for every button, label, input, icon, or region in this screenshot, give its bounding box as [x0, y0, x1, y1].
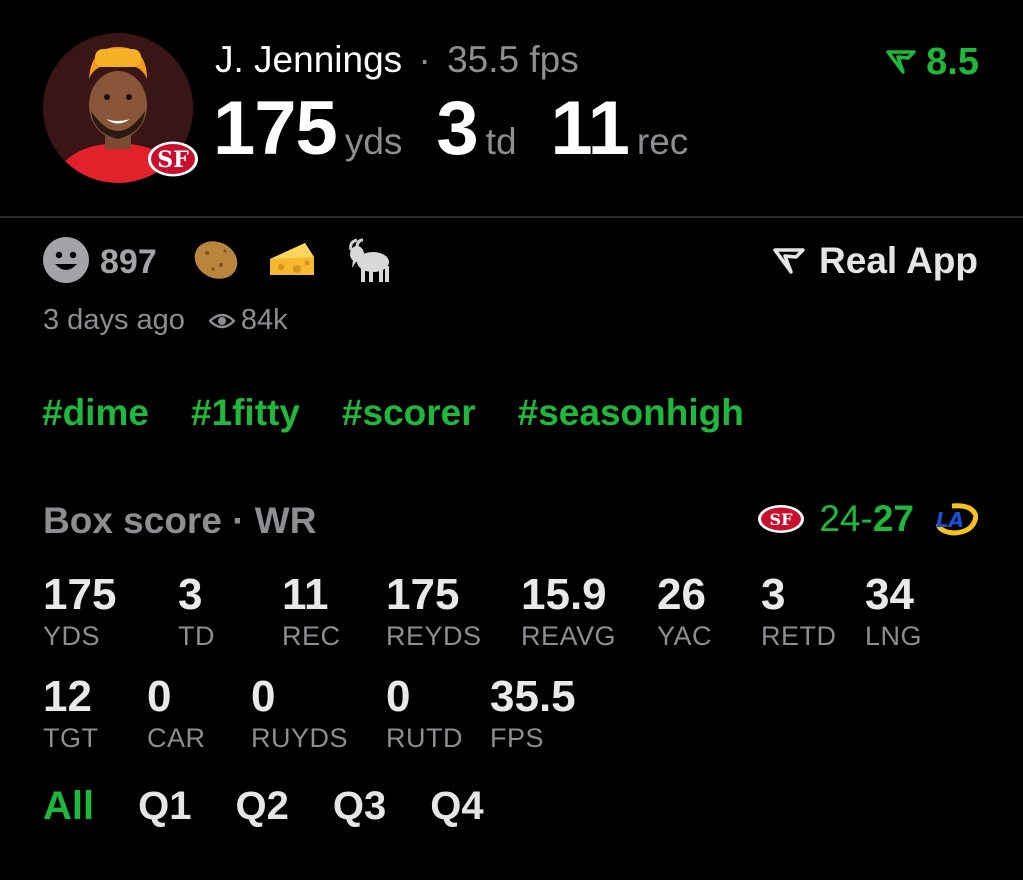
stat-label: REYDS [386, 621, 482, 651]
stat-label: TGT [43, 723, 99, 753]
home-logo-text: SF [770, 510, 794, 529]
stat-label: RUYDS [251, 723, 349, 753]
stat-td: 3 TD [178, 570, 215, 652]
reactions-bar: 897 [42, 236, 419, 289]
real-logo-icon [886, 50, 916, 74]
headline-yards-unit: yds [344, 121, 403, 162]
rams-logo-icon: LA [935, 503, 978, 536]
goat-icon[interactable] [343, 236, 393, 289]
team-logo-49ers: SF [147, 140, 199, 178]
score-away: 27 [872, 498, 914, 539]
stat-value: 0 [386, 672, 411, 721]
eye-icon [208, 313, 235, 328]
stat-label: LNG [865, 621, 923, 651]
rating-value: 8.5 [926, 41, 979, 83]
tab-q4[interactable]: Q4 [430, 784, 483, 829]
view-count-value: 84k [240, 304, 288, 336]
tab-q1[interactable]: Q1 [138, 784, 191, 829]
real-app-label: Real App [819, 240, 978, 281]
stat-reyds: 175 REYDS [386, 570, 482, 652]
stat-label: RETD [761, 621, 837, 651]
player-name[interactable]: J. Jennings [215, 39, 402, 80]
view-count: 84k [208, 304, 288, 337]
stat-value: 3 [761, 570, 786, 619]
tab-q2[interactable]: Q2 [235, 784, 288, 829]
stat-label: RUTD [386, 723, 463, 753]
stat-value: 12 [43, 672, 92, 721]
hashtag[interactable]: #1fitty [191, 392, 300, 434]
name-separator: · [418, 39, 431, 80]
headline-stats: 175 yds 3 td 11 rec [213, 86, 722, 172]
stat-value: 35.5 [490, 672, 576, 721]
stat-label: YAC [657, 621, 713, 651]
hashtag[interactable]: #scorer [342, 392, 476, 434]
stat-rutd: 0 RUTD [386, 672, 463, 754]
rating-badge[interactable]: 8.5 [886, 40, 979, 84]
stat-ruyds: 0 RUYDS [251, 672, 348, 754]
hashtag[interactable]: #dime [42, 392, 149, 434]
box-score-title: Box score · WR [43, 500, 317, 541]
stat-value: 34 [865, 570, 914, 619]
tab-q3[interactable]: Q3 [333, 784, 386, 829]
stat-rec: 11 REC [282, 570, 341, 652]
stat-fps: 35.5 FPS [490, 672, 576, 754]
stat-label: CAR [147, 723, 206, 753]
header-divider [0, 216, 1023, 218]
stat-value: 0 [147, 672, 172, 721]
hashtag-list: #dime #1fitty #scorer #seasonhigh [42, 392, 744, 434]
headline-td-unit: td [485, 121, 517, 162]
score-home: 24- [819, 498, 873, 539]
away-logo-text: LA [936, 508, 964, 532]
stat-retd: 3 RETD [761, 570, 837, 652]
stat-value: 175 [43, 570, 117, 619]
hashtag[interactable]: #seasonhigh [518, 392, 744, 434]
team-logo-text: SF [157, 147, 189, 173]
tab-all[interactable]: All [43, 784, 94, 829]
stat-tgt: 12 TGT [43, 672, 99, 754]
real-app-link[interactable]: Real App [773, 240, 978, 282]
player-fps: 35.5 fps [447, 39, 579, 80]
stat-value: 15.9 [521, 570, 607, 619]
headline-rec-value: 11 [550, 86, 630, 171]
quarter-tabs: All Q1 Q2 Q3 Q4 [43, 784, 484, 829]
stat-label: TD [178, 621, 215, 651]
post-meta: 3 days ago 84k [43, 304, 288, 337]
stat-label: REC [282, 621, 341, 651]
cheese-icon[interactable] [267, 237, 317, 288]
stat-value: 0 [251, 672, 276, 721]
score-text: 24-27 [819, 498, 914, 540]
stat-car: 0 CAR [147, 672, 206, 754]
stat-label: REAVG [521, 621, 617, 651]
stat-label: FPS [490, 723, 545, 753]
stat-yac: 26 YAC [657, 570, 712, 652]
stat-value: 175 [386, 570, 460, 619]
time-ago: 3 days ago [43, 304, 185, 336]
headline-yards-value: 175 [213, 86, 338, 171]
reaction-count: 897 [100, 243, 157, 281]
stat-value: 26 [657, 570, 706, 619]
game-score[interactable]: SF 24-27 LA [757, 498, 978, 540]
player-name-line: J. Jennings · 35.5 fps [215, 38, 579, 82]
smiley-face-icon[interactable] [42, 236, 90, 289]
potato-icon[interactable] [191, 237, 241, 288]
stat-yds: 175 YDS [43, 570, 116, 652]
49ers-logo-icon: SF [758, 505, 805, 533]
stat-lng: 34 LNG [865, 570, 922, 652]
headline-rec-unit: rec [636, 121, 689, 162]
stat-label: YDS [43, 621, 101, 651]
headline-td-value: 3 [436, 86, 478, 171]
stat-value: 11 [282, 570, 329, 619]
real-logo-icon [773, 248, 805, 274]
stat-reavg: 15.9 REAVG [521, 570, 616, 652]
stat-value: 3 [178, 570, 203, 619]
